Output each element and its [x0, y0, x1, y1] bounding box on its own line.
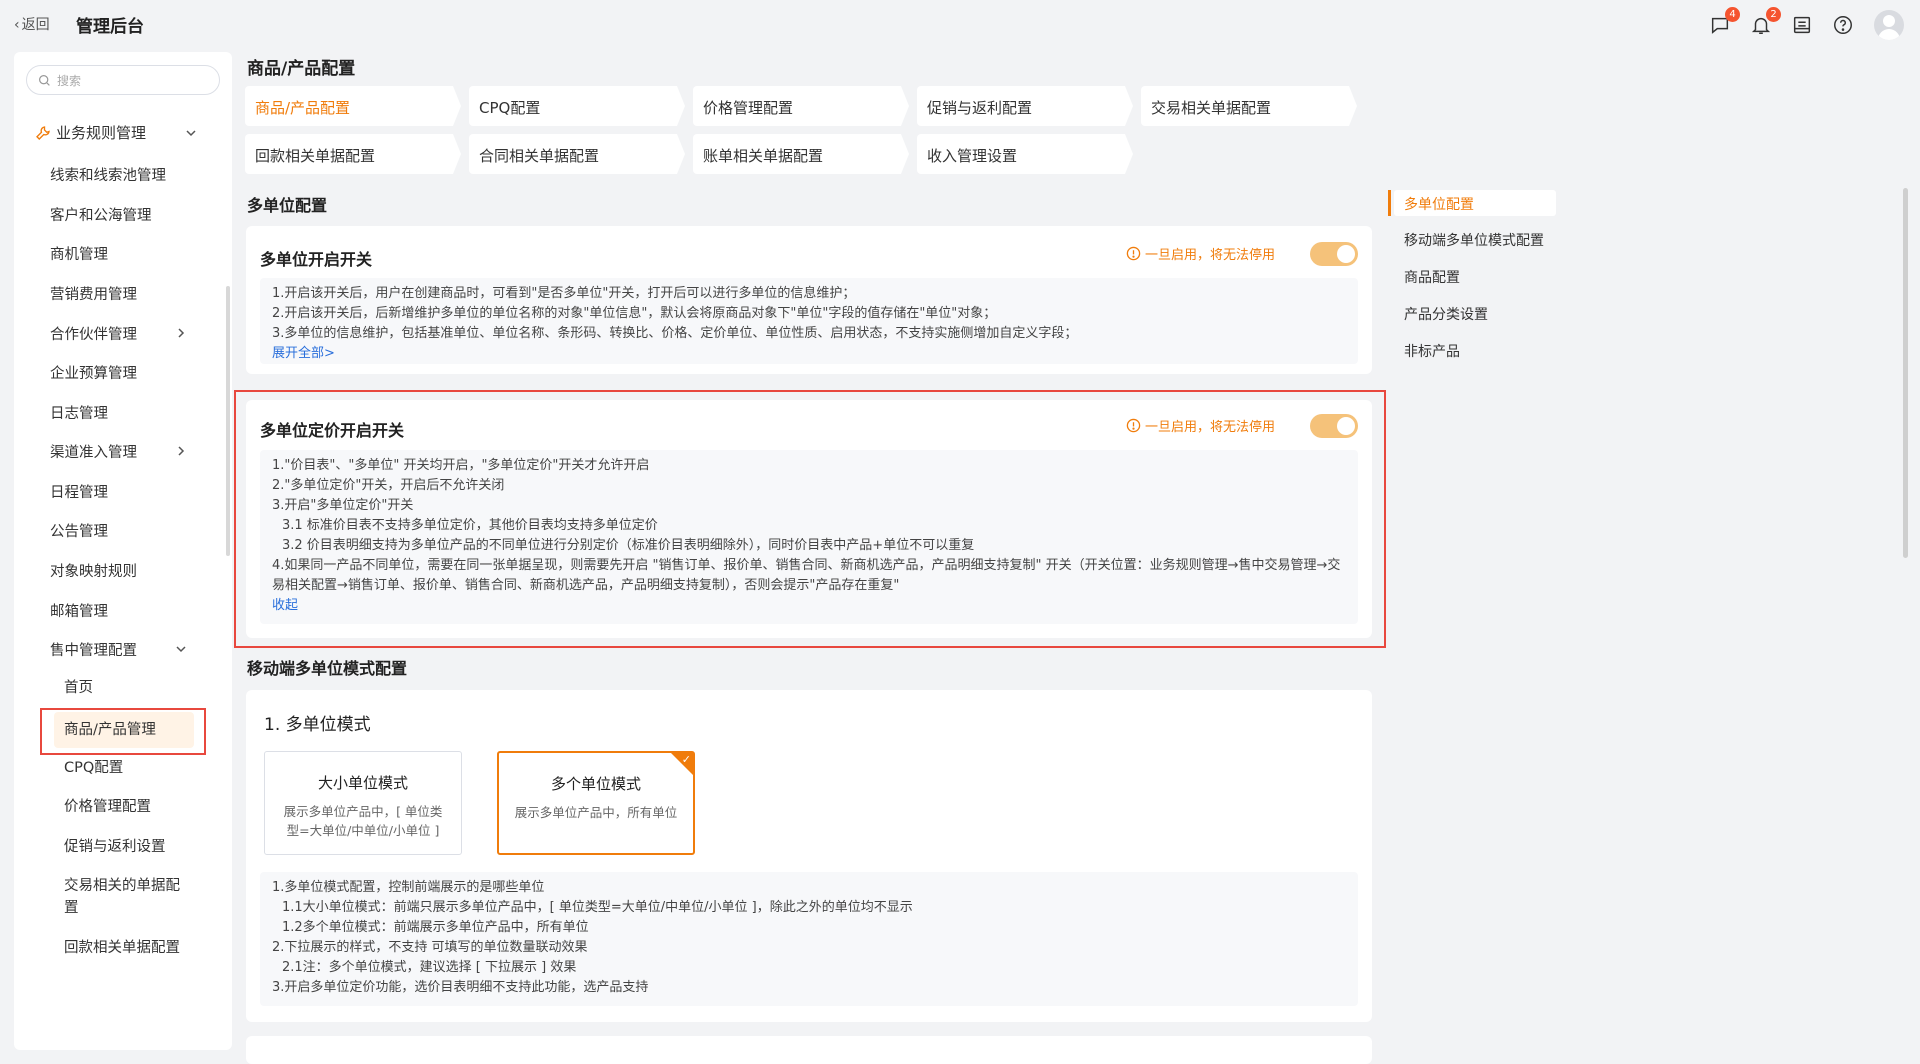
- top-icon-bar: 4 2: [1692, 7, 1904, 42]
- page-title: 商品/产品配置: [247, 59, 356, 79]
- tab-product-config[interactable]: 商品/产品配置: [245, 86, 461, 126]
- anchor-product-config[interactable]: 商品配置: [1404, 267, 1460, 287]
- multi-unit-toggle[interactable]: [1310, 242, 1358, 266]
- mode-description-box: 1.多单位模式配置，控制前端展示的是哪些单位 1.1大小单位模式：前端只展示多单…: [260, 872, 1358, 1006]
- tab-revenue[interactable]: 收入管理设置: [917, 134, 1133, 174]
- warning-notice: 一旦启用，将无法停用: [1126, 244, 1275, 263]
- sidebar: 业务规则管理 线索和线索池管理 客户和公海管理 商机管理 营销费用管理 合作伙伴…: [14, 52, 232, 1050]
- sidebar-item-marketing-cost[interactable]: 营销费用管理: [50, 283, 137, 304]
- mode-option-multiple-units[interactable]: ✓ 多个单位模式 展示多单位产品中，所有单位: [497, 751, 695, 855]
- anchor-mobile-mode[interactable]: 移动端多单位模式配置: [1404, 230, 1544, 250]
- chevron-down-icon[interactable]: [184, 126, 198, 140]
- sidebar-item-budget[interactable]: 企业预算管理: [50, 362, 137, 383]
- sidebar-search[interactable]: [26, 65, 220, 95]
- sidebar-item-customers[interactable]: 客户和公海管理: [50, 204, 152, 225]
- sidebar-item-mailbox[interactable]: 邮箱管理: [50, 600, 108, 621]
- next-card: [246, 1036, 1372, 1064]
- message-badge: 4: [1725, 7, 1740, 22]
- tab-payment-docs[interactable]: 回款相关单据配置: [245, 134, 461, 174]
- sidebar-sub-payment-docs[interactable]: 回款相关单据配置: [64, 937, 184, 959]
- search-input[interactable]: [57, 72, 207, 90]
- mode-heading: 1. 多单位模式: [264, 715, 371, 735]
- section-title-mobile-mode: 移动端多单位模式配置: [247, 659, 408, 678]
- expand-all-link[interactable]: 展开全部>: [272, 344, 1346, 364]
- tab-promotion[interactable]: 促销与返利配置: [917, 86, 1133, 126]
- message-icon[interactable]: 4: [1707, 7, 1740, 38]
- card-multi-unit-switch: 多单位开启开关 一旦启用，将无法停用 1.开启该开关后，用户在创建商品时，可看到…: [246, 226, 1372, 374]
- sidebar-item-partners[interactable]: 合作伙伴管理: [50, 323, 185, 344]
- help-icon[interactable]: [1830, 12, 1856, 38]
- sidebar-sub-cpq[interactable]: CPQ配置: [64, 757, 123, 779]
- anchor-nonstandard[interactable]: 非标产品: [1404, 341, 1460, 361]
- search-icon: [39, 75, 50, 86]
- sidebar-scrollbar[interactable]: [226, 286, 230, 556]
- sidebar-group-business-rules[interactable]: 业务规则管理: [34, 122, 146, 143]
- chevron-right-icon: [178, 328, 185, 338]
- tab-contract-docs[interactable]: 合同相关单据配置: [469, 134, 685, 174]
- highlight-box-main: [234, 390, 1386, 648]
- anchor-category[interactable]: 产品分类设置: [1404, 304, 1488, 324]
- sidebar-item-object-mapping[interactable]: 对象映射规则: [50, 560, 137, 581]
- top-bar: ‹ 返回 管理后台 4 2: [0, 0, 1920, 50]
- tab-price[interactable]: 价格管理配置: [693, 86, 909, 126]
- sidebar-item-schedule[interactable]: 日程管理: [50, 481, 108, 502]
- avatar[interactable]: [1874, 10, 1904, 40]
- highlight-box-sidebar: [40, 708, 206, 755]
- sidebar-sub-promotion[interactable]: 促销与返利设置: [64, 836, 166, 858]
- sidebar-item-opportunities[interactable]: 商机管理: [50, 243, 108, 264]
- sidebar-sub-transaction-docs[interactable]: 交易相关的单据配置: [64, 875, 184, 919]
- card-title: 多单位开启开关: [260, 250, 373, 269]
- chevron-down-icon: [176, 646, 186, 653]
- chevron-left-icon: ‹: [14, 17, 20, 33]
- description-box: 1.开启该开关后，用户在创建商品时，可看到"是否多单位"开关，打开后可以进行多单…: [260, 278, 1358, 364]
- anchor-multi-unit[interactable]: 多单位配置: [1394, 190, 1556, 216]
- bell-icon[interactable]: 2: [1748, 7, 1781, 38]
- sidebar-item-leads[interactable]: 线索和线索池管理: [50, 164, 166, 185]
- warning-icon: [1126, 246, 1141, 261]
- anchor-active-bar: [1388, 190, 1391, 216]
- sidebar-item-logs[interactable]: 日志管理: [50, 402, 108, 423]
- main-scrollbar[interactable]: [1903, 188, 1908, 558]
- sidebar-item-announcements[interactable]: 公告管理: [50, 520, 108, 541]
- section-title-multi-unit: 多单位配置: [247, 196, 328, 215]
- sidebar-item-channel-access[interactable]: 渠道准入管理: [50, 441, 185, 462]
- bell-badge: 2: [1766, 7, 1781, 22]
- check-icon: ✓: [681, 753, 691, 766]
- tab-bill-docs[interactable]: 账单相关单据配置: [693, 134, 909, 174]
- sidebar-item-mid-sales[interactable]: 售中管理配置: [50, 639, 186, 660]
- back-button[interactable]: ‹ 返回: [14, 14, 50, 34]
- sidebar-sub-home[interactable]: 首页: [64, 677, 93, 699]
- sidebar-sub-price[interactable]: 价格管理配置: [64, 796, 151, 818]
- chevron-right-icon: [178, 446, 185, 456]
- wrench-icon: [36, 125, 50, 140]
- inbox-icon[interactable]: [1789, 12, 1815, 38]
- app-title: 管理后台: [76, 17, 144, 37]
- mode-option-size-units[interactable]: 大小单位模式 展示多单位产品中，[ 单位类型=大单位/中单位/小单位 ]: [264, 751, 462, 855]
- tab-transaction-docs[interactable]: 交易相关单据配置: [1141, 86, 1357, 126]
- tab-cpq[interactable]: CPQ配置: [469, 86, 685, 126]
